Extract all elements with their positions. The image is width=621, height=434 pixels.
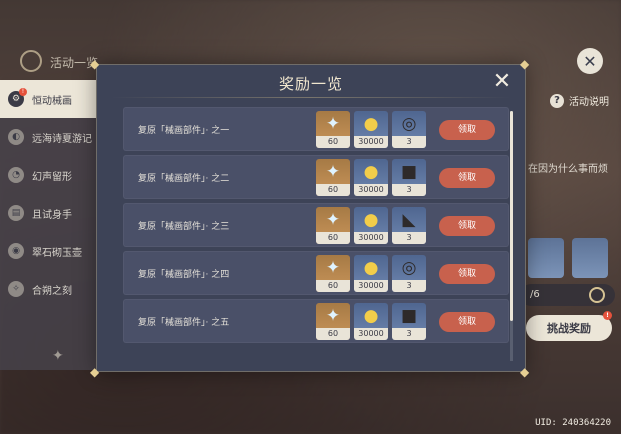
reward-row: 复原「械画部件」· 之三 ✦ 60 ● 30000 ◣ 3 领取 xyxy=(123,203,509,247)
row-title: 复原「械画部件」· 之三 xyxy=(138,221,230,232)
box-material-icon[interactable]: ■ 3 xyxy=(392,159,426,196)
scrollbar[interactable] xyxy=(510,111,513,361)
corner-ornament-icon: ◆ xyxy=(90,365,100,379)
reward-count: 30000 xyxy=(354,136,388,148)
fan-icon: ◔ xyxy=(8,167,24,183)
reward-items: ✦ 60 ● 30000 ◎ 3 xyxy=(316,255,426,292)
reward-row: 复原「械画部件」· 之一 ✦ 60 ● 30000 ◎ 3 领取 xyxy=(123,107,509,151)
story-text: 在因为什么事而烦 xyxy=(528,164,608,175)
claim-button[interactable]: 领取 xyxy=(439,264,495,284)
challenge-label: 挑战奖励 xyxy=(547,322,591,335)
reward-items: ✦ 60 ● 30000 ◎ 3 xyxy=(316,111,426,148)
question-icon: ? xyxy=(550,93,564,108)
mora-icon[interactable]: ● 30000 xyxy=(354,159,388,196)
reward-count: 30000 xyxy=(354,232,388,244)
reward-count: 3 xyxy=(392,184,426,196)
star-ornament-icon: ✦ xyxy=(52,348,64,364)
primogem-icon[interactable]: ✦ 60 xyxy=(316,303,350,340)
claim-button[interactable]: 领取 xyxy=(439,120,495,140)
notification-badge: ! xyxy=(603,311,612,320)
reward-row: 复原「械画部件」· 之二 ✦ 60 ● 30000 ■ 3 领取 xyxy=(123,155,509,199)
reward-count: 3 xyxy=(392,232,426,244)
compass-icon xyxy=(20,50,42,72)
scroll-thumb[interactable] xyxy=(510,111,513,321)
mechanical-icon: ⚙! xyxy=(8,88,27,107)
row-title: 复原「械画部件」· 之四 xyxy=(138,269,230,280)
reward-count: 60 xyxy=(316,280,350,292)
reward-count: 30000 xyxy=(354,328,388,340)
row-title: 复原「械画部件」· 之二 xyxy=(138,173,230,184)
claim-button[interactable]: 领取 xyxy=(439,216,495,236)
claim-button[interactable]: 领取 xyxy=(439,312,495,332)
event-sidebar: ⚙! 恒动械画 ◐ 远海诗夏游记 ◔ 幻声留形 ▤ 且试身手 ◉ 翠石砌玉壶 ✧… xyxy=(0,80,100,370)
shell-icon: ◐ xyxy=(8,129,24,145)
reward-count: 60 xyxy=(316,232,350,244)
reward-count: 60 xyxy=(316,184,350,196)
gear-icon xyxy=(589,287,605,303)
sidebar-item-hengdong[interactable]: ⚙! 恒动械画 xyxy=(0,80,99,118)
row-title: 复原「械画部件」· 之五 xyxy=(138,317,230,328)
title-divider xyxy=(111,97,511,98)
mora-icon[interactable]: ● 30000 xyxy=(354,303,388,340)
sidebar-item-yuanhai[interactable]: ◐ 远海诗夏游记 xyxy=(0,118,99,156)
reward-overview-modal: ◆ ◆ ◆ ◆ 奖励一览 ✕ 复原「械画部件」· 之一 ✦ 60 ● 30000 ◎… xyxy=(90,58,529,378)
primogem-icon[interactable]: ✦ 60 xyxy=(316,255,350,292)
sidebar-item-label: 翠石砌玉壶 xyxy=(32,247,82,259)
sidebar-item-label: 且试身手 xyxy=(32,209,72,221)
progress-text: /6 xyxy=(530,289,540,300)
progress-indicator: /6 xyxy=(520,284,615,306)
mora-icon[interactable]: ● 30000 xyxy=(354,255,388,292)
reward-row: 复原「械画部件」· 之五 ✦ 60 ● 30000 ■ 3 领取 xyxy=(123,299,509,343)
primogem-icon[interactable]: ✦ 60 xyxy=(316,207,350,244)
ring-material-icon[interactable]: ◎ 3 xyxy=(392,111,426,148)
claim-button[interactable]: 领取 xyxy=(439,168,495,188)
reward-count: 60 xyxy=(316,136,350,148)
reward-count: 60 xyxy=(316,328,350,340)
ring-material-icon[interactable]: ◎ 3 xyxy=(392,255,426,292)
ring-material-icon xyxy=(572,238,608,278)
help-label: 活动说明 xyxy=(569,97,609,108)
sidebar-item-cuishi[interactable]: ◉ 翠石砌玉壶 xyxy=(0,232,99,270)
sidebar-item-label: 恒动械画 xyxy=(32,95,72,107)
uid-label: UID: 240364220 xyxy=(535,418,611,428)
reward-items: ✦ 60 ● 30000 ◣ 3 xyxy=(316,207,426,244)
horn-material-icon xyxy=(528,238,564,278)
reward-row: 复原「械画部件」· 之四 ✦ 60 ● 30000 ◎ 3 领取 xyxy=(123,251,509,295)
reward-items: ✦ 60 ● 30000 ■ 3 xyxy=(316,159,426,196)
reward-count: 3 xyxy=(392,328,426,340)
mora-icon[interactable]: ● 30000 xyxy=(354,111,388,148)
reward-count: 3 xyxy=(392,280,426,292)
sidebar-item-huansheng[interactable]: ◔ 幻声留形 xyxy=(0,156,99,194)
reward-count: 30000 xyxy=(354,184,388,196)
row-title: 复原「械画部件」· 之一 xyxy=(138,125,230,136)
notification-badge: ! xyxy=(19,88,27,96)
reward-list[interactable]: 复原「械画部件」· 之一 ✦ 60 ● 30000 ◎ 3 领取 复原「械画部件」· … xyxy=(123,107,509,365)
reward-count: 3 xyxy=(392,136,426,148)
sidebar-item-label: 远海诗夏游记 xyxy=(32,133,92,145)
modal-title: 奖励一览 xyxy=(278,75,343,93)
reward-preview-strip xyxy=(528,238,608,278)
leaf-icon: ✧ xyxy=(8,281,24,297)
corner-ornament-icon: ◆ xyxy=(520,57,530,71)
teapot-icon: ◉ xyxy=(8,243,24,259)
close-icon[interactable]: ✕ xyxy=(577,48,603,74)
sidebar-item-label: 幻声留形 xyxy=(32,171,72,183)
sidebar-item-label: 合朔之刻 xyxy=(32,285,72,297)
horn-material-icon[interactable]: ◣ 3 xyxy=(392,207,426,244)
corner-ornament-icon: ◆ xyxy=(90,57,100,71)
event-help-link[interactable]: ? 活动说明 xyxy=(550,93,609,108)
reward-count: 30000 xyxy=(354,280,388,292)
reward-items: ✦ 60 ● 30000 ■ 3 xyxy=(316,303,426,340)
sidebar-item-heshuo[interactable]: ✧ 合朔之刻 xyxy=(0,270,99,308)
corner-ornament-icon: ◆ xyxy=(520,365,530,379)
cards-icon: ▤ xyxy=(8,205,24,221)
primogem-icon[interactable]: ✦ 60 xyxy=(316,111,350,148)
sidebar-item-qieshi[interactable]: ▤ 且试身手 xyxy=(0,194,99,232)
mora-icon[interactable]: ● 30000 xyxy=(354,207,388,244)
primogem-icon[interactable]: ✦ 60 xyxy=(316,159,350,196)
close-icon[interactable]: ✕ xyxy=(491,71,513,93)
challenge-reward-button[interactable]: 挑战奖励 ! xyxy=(526,311,612,341)
box-material-icon[interactable]: ■ 3 xyxy=(392,303,426,340)
